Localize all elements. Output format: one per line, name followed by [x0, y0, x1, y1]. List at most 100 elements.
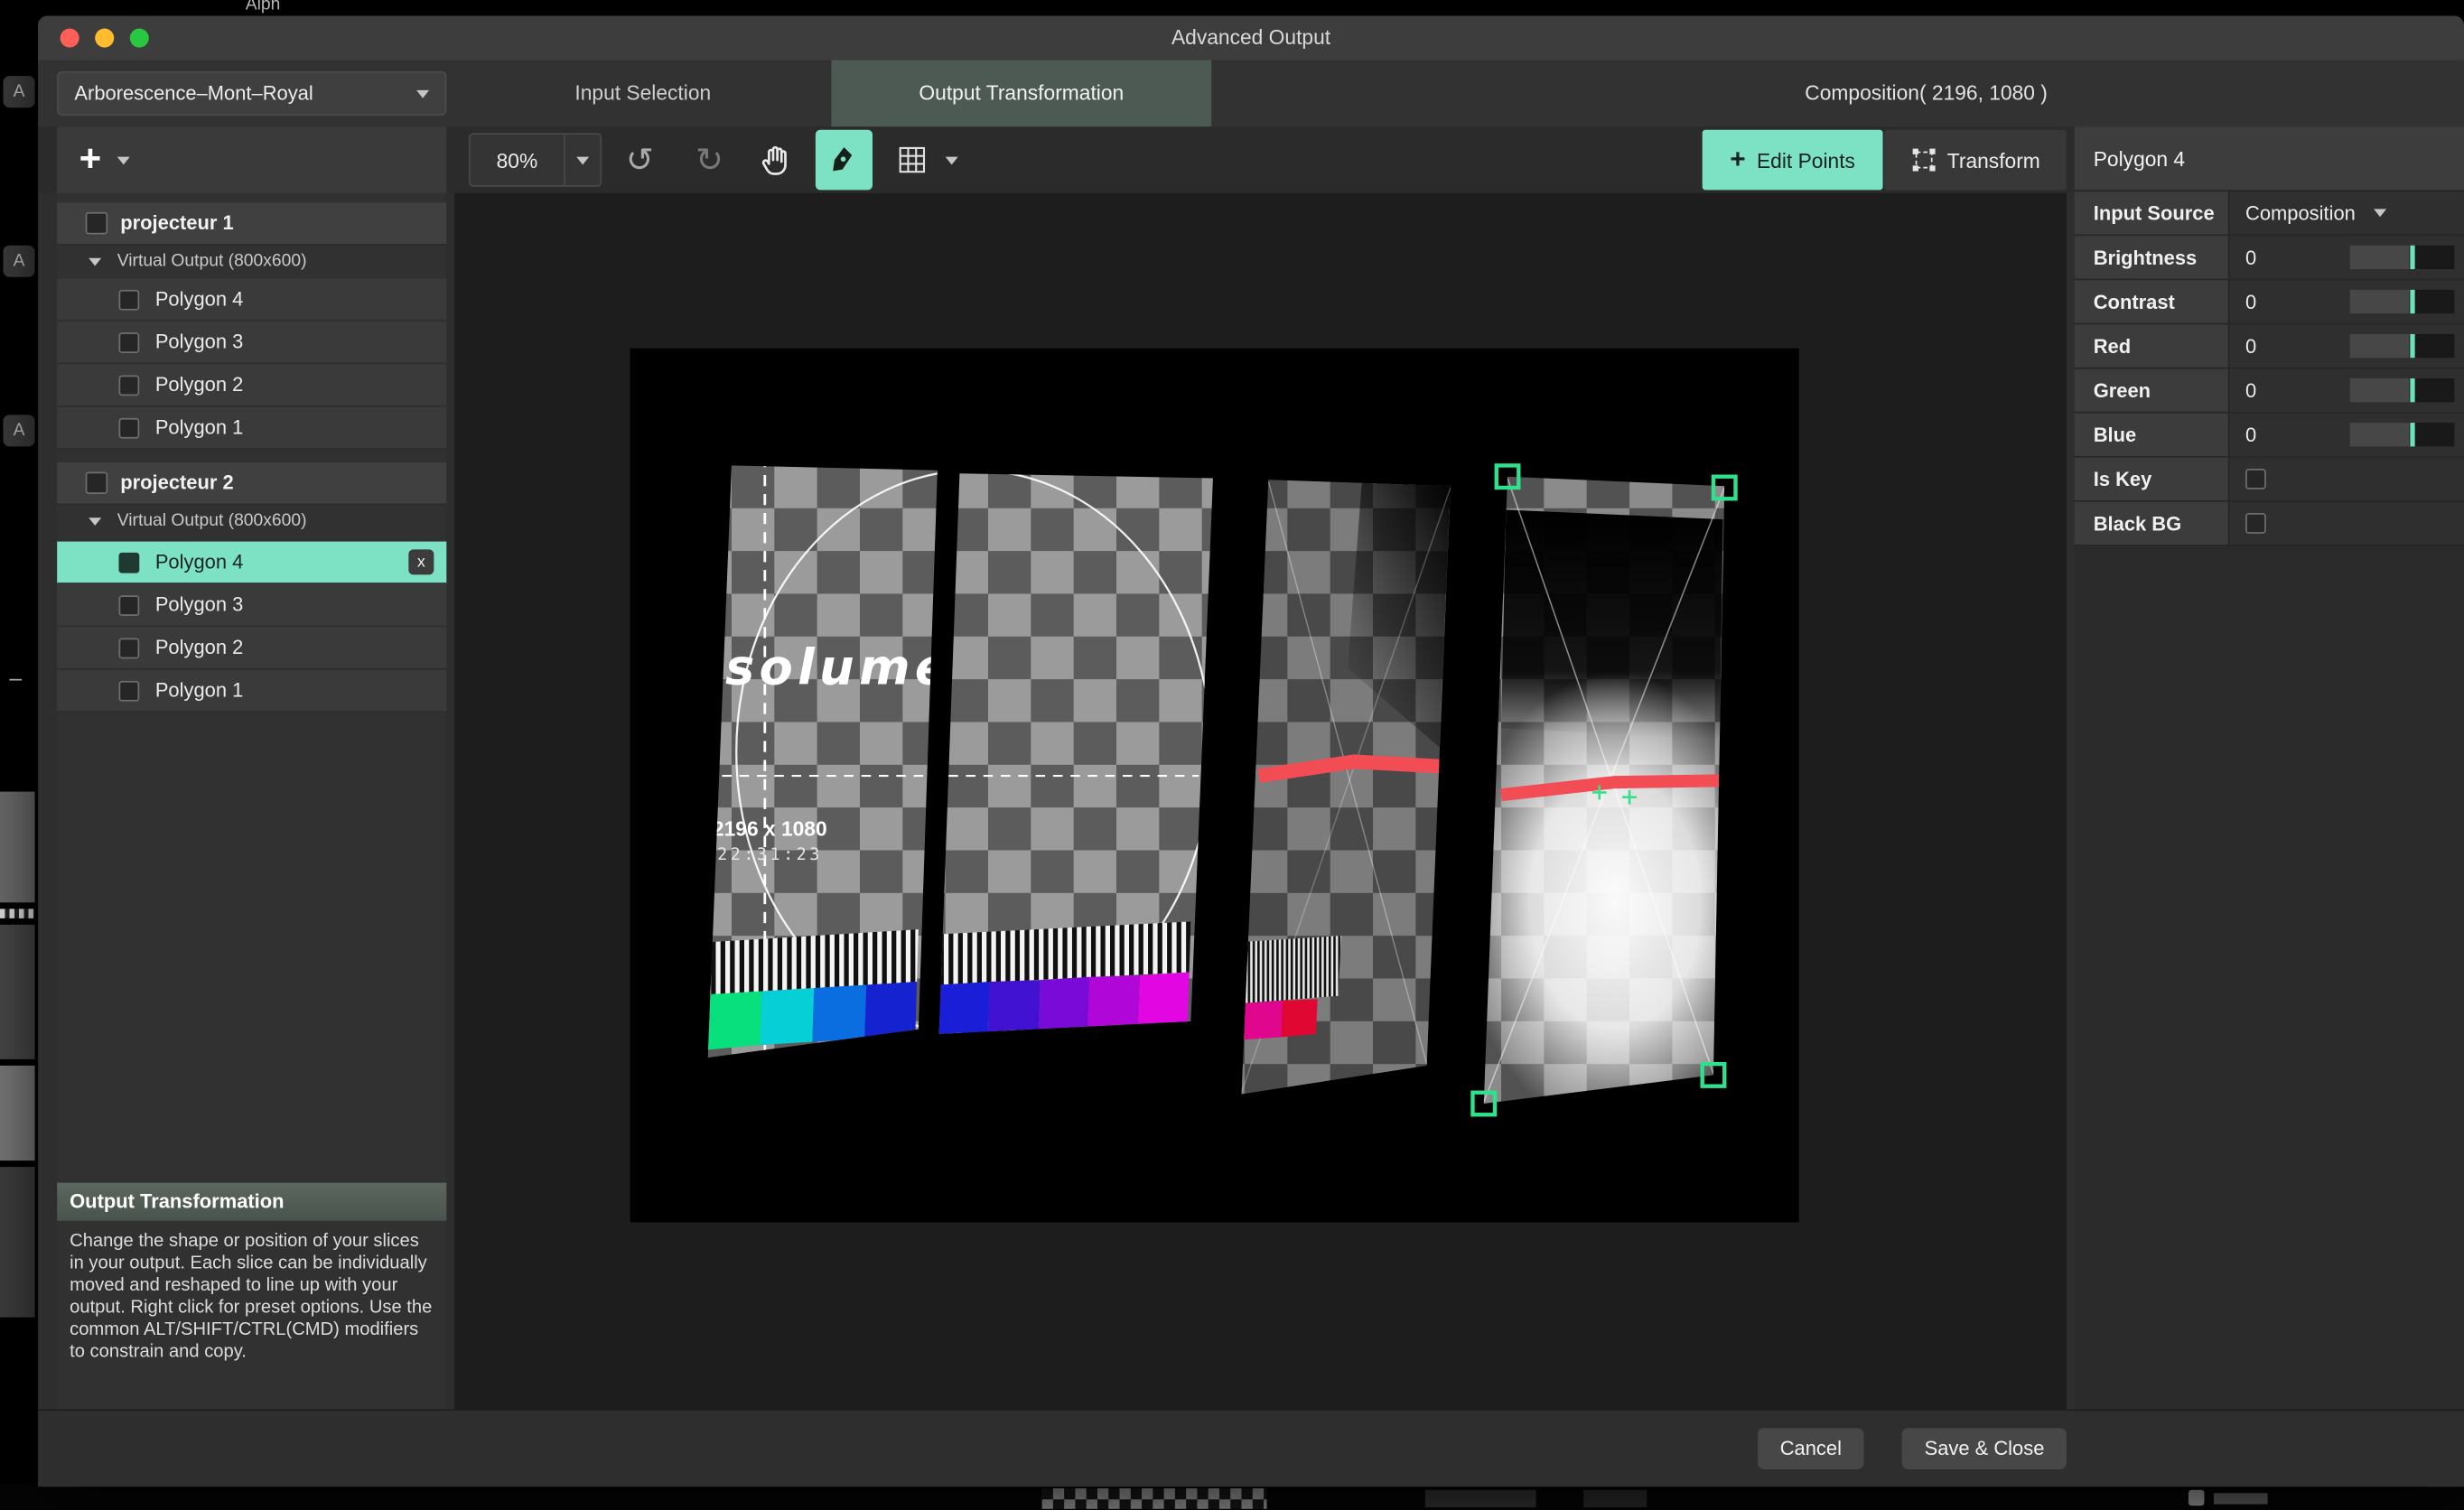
preset-dropdown[interactable]: Arborescence–Mont–Royal: [57, 71, 446, 116]
disclosure-triangle-icon[interactable]: [89, 517, 101, 525]
group-label: projecteur 1: [120, 212, 233, 235]
property-label: Contrast: [2075, 280, 2230, 322]
checkbox[interactable]: [118, 289, 139, 310]
test-pattern-resolution: 2196 x 1080: [713, 817, 827, 841]
composition-preview[interactable]: solume 2196 x 1080 22:31:23: [454, 193, 2067, 1409]
tree-item-label: Polygon 4: [155, 551, 243, 573]
slider-handle[interactable]: [2410, 246, 2414, 269]
red-slider[interactable]: [2350, 334, 2455, 358]
undo-button[interactable]: ↺: [611, 133, 668, 187]
tree-virtual-output-1[interactable]: Virtual Output (800x600): [57, 244, 446, 279]
edit-points-button[interactable]: + Edit Points: [1703, 130, 1883, 191]
tab-input-selection[interactable]: Input Selection: [454, 61, 831, 127]
add-device-button[interactable]: +: [79, 144, 102, 176]
tree-group-projecteur-2[interactable]: projecteur 2: [57, 462, 446, 505]
window-title: Advanced Output: [1171, 25, 1330, 49]
checkbox[interactable]: [118, 680, 139, 701]
property-row-green: Green 0: [2075, 368, 2464, 413]
contrast-slider[interactable]: [2350, 290, 2455, 313]
checkbox[interactable]: [86, 212, 108, 235]
redo-button[interactable]: ↻: [681, 133, 738, 187]
input-source-dropdown[interactable]: Composition: [2230, 191, 2464, 234]
slider-handle[interactable]: [2410, 334, 2414, 358]
property-value[interactable]: 0: [2245, 291, 2256, 313]
checkbox[interactable]: [118, 417, 139, 438]
layer-badge[interactable]: A: [4, 246, 35, 277]
checkbox[interactable]: [118, 552, 139, 573]
grid-icon: [898, 145, 927, 174]
hand-icon: [759, 143, 794, 178]
zoom-dropdown[interactable]: 80%: [469, 133, 602, 187]
chevron-down-icon: [416, 89, 429, 98]
property-value[interactable]: 0: [2245, 424, 2256, 446]
tree-item-polygon[interactable]: Polygon 1: [57, 670, 446, 713]
brightness-slider[interactable]: [2350, 246, 2455, 269]
help-body: Change the shape or position of your sli…: [57, 1221, 446, 1373]
grid-toggle-button[interactable]: [883, 133, 940, 187]
tree-item-label: Polygon 3: [155, 593, 243, 616]
checkbox[interactable]: [118, 594, 139, 615]
composition-size-label: Composition( 2196, 1080 ): [1805, 61, 2048, 127]
tree-virtual-output-2[interactable]: Virtual Output (800x600): [57, 504, 446, 539]
help-title: Output Transformation: [57, 1183, 446, 1221]
grid-options-button[interactable]: [938, 133, 966, 187]
save-close-button[interactable]: Save & Close: [1902, 1428, 2067, 1469]
property-value[interactable]: 0: [2245, 247, 2256, 269]
tree-item-label: Polygon 2: [155, 637, 243, 659]
property-value[interactable]: 0: [2245, 379, 2256, 402]
slider-handle[interactable]: [2410, 290, 2414, 313]
tree-item-polygon[interactable]: Polygon 2: [57, 364, 446, 406]
checkbox[interactable]: [118, 638, 139, 658]
pan-tool-button[interactable]: [748, 133, 805, 187]
tree-item-label: Polygon 4: [155, 288, 243, 311]
zoom-window-button[interactable]: [130, 29, 149, 48]
tree-item-polygon[interactable]: Polygon 3: [57, 322, 446, 364]
background-block: [1583, 1490, 1647, 1507]
slider-handle[interactable]: [2410, 423, 2414, 446]
disclosure-triangle-icon[interactable]: [89, 257, 101, 266]
tree-item-polygon-selected[interactable]: Polygon 4 x: [57, 542, 446, 584]
tree-item-polygon[interactable]: Polygon 3: [57, 584, 446, 627]
layer-badge[interactable]: A: [4, 76, 35, 107]
tree-item-polygon[interactable]: Polygon 1: [57, 407, 446, 450]
background-glyph: [2214, 1493, 2268, 1504]
transform-button[interactable]: Transform: [1884, 130, 2067, 191]
blue-slider[interactable]: [2350, 423, 2455, 446]
slice-properties-panel: Polygon 4 Input Source Composition Brigh…: [2075, 126, 2464, 1409]
chevron-down-icon[interactable]: [117, 156, 130, 164]
window-titlebar[interactable]: Advanced Output: [38, 16, 2464, 62]
layer-badge[interactable]: A: [4, 415, 35, 446]
pen-tool-icon: [828, 144, 860, 176]
output-canvas[interactable]: solume 2196 x 1080 22:31:23: [454, 193, 2067, 1409]
property-row-input-source: Input Source Composition: [2075, 191, 2464, 236]
property-label: Red: [2075, 324, 2230, 367]
virtual-output-label: Virtual Output (800x600): [117, 252, 307, 271]
property-value[interactable]: 0: [2245, 335, 2256, 358]
checkbox[interactable]: [118, 375, 139, 396]
tree-item-polygon[interactable]: Polygon 2: [57, 627, 446, 669]
tree-item-polygon[interactable]: Polygon 4: [57, 279, 446, 322]
background-app-text: Alph: [246, 0, 281, 14]
cancel-button[interactable]: Cancel: [1758, 1428, 1863, 1469]
test-pattern-timecode: 22:31:23: [717, 845, 823, 864]
background-thumbnail: [0, 1167, 35, 1318]
tab-output-transformation[interactable]: Output Transformation: [831, 61, 1211, 127]
property-row-brightness: Brightness 0: [2075, 236, 2464, 280]
checkbox[interactable]: [86, 471, 108, 494]
undo-icon: ↺: [626, 144, 654, 177]
edit-tool-button[interactable]: [816, 130, 873, 191]
green-slider[interactable]: [2350, 378, 2455, 402]
close-icon[interactable]: x: [408, 549, 434, 574]
property-label: Brightness: [2075, 236, 2230, 278]
black-bg-checkbox[interactable]: [2245, 513, 2266, 534]
is-key-checkbox[interactable]: [2245, 469, 2266, 489]
properties-title: Polygon 4: [2075, 126, 2464, 191]
close-window-button[interactable]: [61, 29, 79, 48]
slider-handle[interactable]: [2410, 378, 2414, 402]
transform-label: Transform: [1947, 148, 2040, 172]
minimize-window-button[interactable]: [95, 29, 114, 48]
checkbox[interactable]: [118, 331, 139, 352]
help-panel: Output Transformation Change the shape o…: [57, 1183, 446, 1410]
zoom-value: 80%: [471, 148, 564, 172]
tree-group-projecteur-1[interactable]: projecteur 1: [57, 202, 446, 245]
